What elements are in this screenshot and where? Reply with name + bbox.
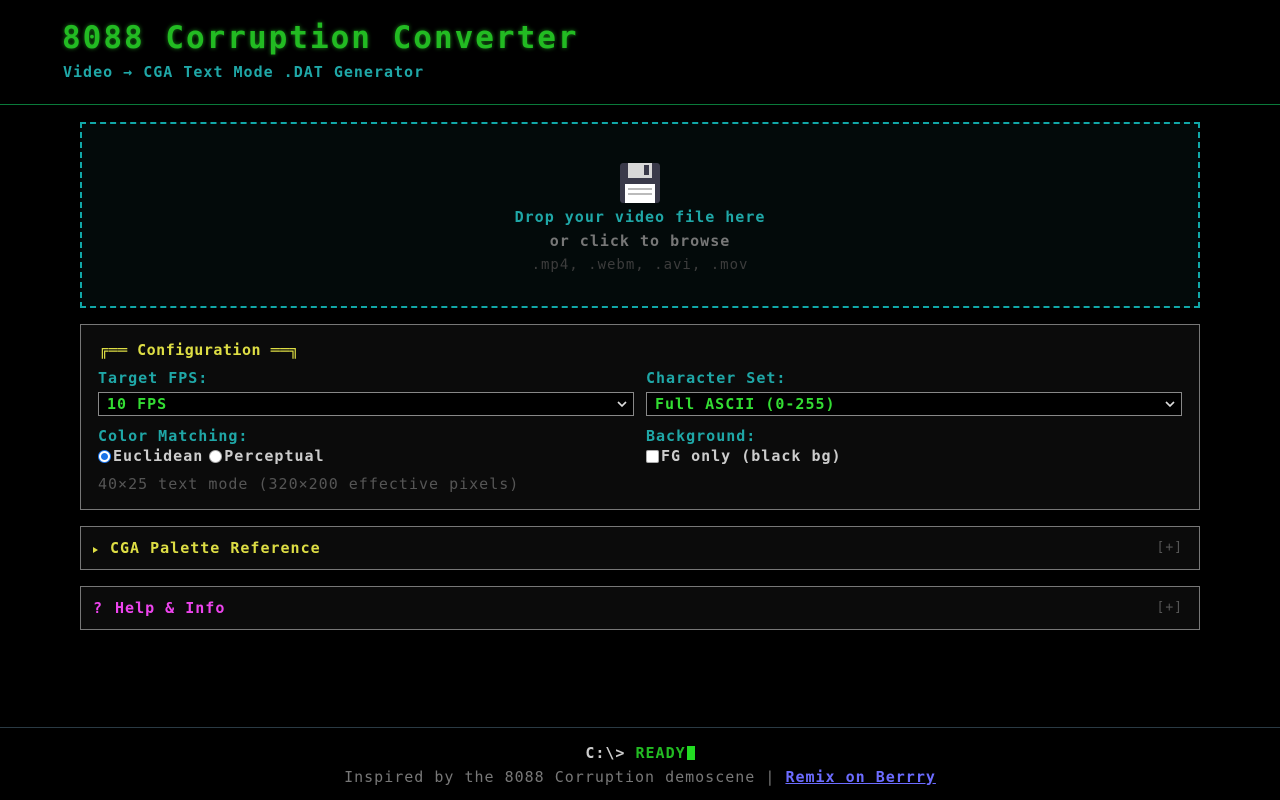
color-matching-label: Color Matching: xyxy=(98,427,249,445)
fg-only-label: FG only (black bg) xyxy=(661,447,842,465)
question-mark-icon: ? xyxy=(93,599,104,617)
chevron-down-icon xyxy=(615,393,629,415)
configuration-title: Configuration xyxy=(137,341,262,359)
app-title: 8088 Corruption Converter xyxy=(62,20,579,56)
fg-only-checkbox[interactable] xyxy=(646,449,659,463)
status-text: READY xyxy=(635,744,686,762)
radio-euclidean-label: Euclidean xyxy=(113,447,204,465)
color-matching-options: Euclidean Perceptual xyxy=(98,447,331,465)
expand-triangle-icon xyxy=(93,547,98,553)
help-expand-toggle[interactable]: [+] xyxy=(1157,600,1183,615)
fps-select[interactable]: 10 FPS xyxy=(98,392,634,416)
credit-line: Inspired by the 8088 Corruption demoscen… xyxy=(0,768,1280,786)
status-prompt: C:\> READY xyxy=(0,744,1280,762)
background-option: FG only (black bg) xyxy=(646,447,842,465)
background-label: Background: xyxy=(646,427,757,445)
blinking-cursor-icon xyxy=(686,746,695,760)
fps-select-value: 10 FPS xyxy=(107,395,168,413)
fps-label: Target FPS: xyxy=(98,369,209,387)
palette-panel-header: CGA Palette Reference xyxy=(93,539,321,557)
dropzone-formats: .mp4, .webm, .avi, .mov xyxy=(531,257,749,273)
help-info-panel[interactable]: ? Help & Info [+] xyxy=(80,586,1200,630)
configuration-legend: ╔══ Configuration ══╗ xyxy=(99,341,299,359)
help-panel-header: ? Help & Info xyxy=(93,599,225,617)
remix-link[interactable]: Remix on Berrry xyxy=(785,768,935,786)
app-footer: C:\> READY Inspired by the 8088 Corrupti… xyxy=(0,727,1280,800)
prompt-path: C:\> xyxy=(585,744,626,762)
app-header: 8088 Corruption Converter Video → CGA Te… xyxy=(0,0,1280,105)
radio-perceptual-label: Perceptual xyxy=(224,447,325,465)
charset-label: Character Set: xyxy=(646,369,787,387)
chevron-down-icon xyxy=(1163,393,1177,415)
dropzone-main-text: Drop your video file here xyxy=(514,208,766,226)
radio-perceptual[interactable] xyxy=(209,449,223,463)
palette-reference-panel[interactable]: CGA Palette Reference [+] xyxy=(80,526,1200,570)
credit-text: Inspired by the 8088 Corruption demoscen… xyxy=(344,768,776,786)
palette-panel-title: CGA Palette Reference xyxy=(110,539,321,557)
charset-select[interactable]: Full ASCII (0-255) xyxy=(646,392,1182,416)
dropzone-browse-text: or click to browse xyxy=(549,232,731,250)
legend-right-deco: ══╗ xyxy=(270,341,300,359)
video-dropzone[interactable]: Drop your video file here or click to br… xyxy=(80,122,1200,308)
floppy-disk-icon xyxy=(82,162,1198,206)
help-panel-title: Help & Info xyxy=(115,599,226,617)
configuration-panel: ╔══ Configuration ══╗ Target FPS: 10 FPS… xyxy=(80,324,1200,510)
radio-euclidean[interactable] xyxy=(98,449,111,463)
text-mode-info: 40×25 text mode (320×200 effective pixel… xyxy=(98,475,520,493)
palette-expand-toggle[interactable]: [+] xyxy=(1157,540,1183,555)
charset-select-value: Full ASCII (0-255) xyxy=(655,395,836,413)
legend-left-deco: ╔══ xyxy=(99,341,128,359)
app-subtitle: Video → CGA Text Mode .DAT Generator xyxy=(63,63,425,81)
